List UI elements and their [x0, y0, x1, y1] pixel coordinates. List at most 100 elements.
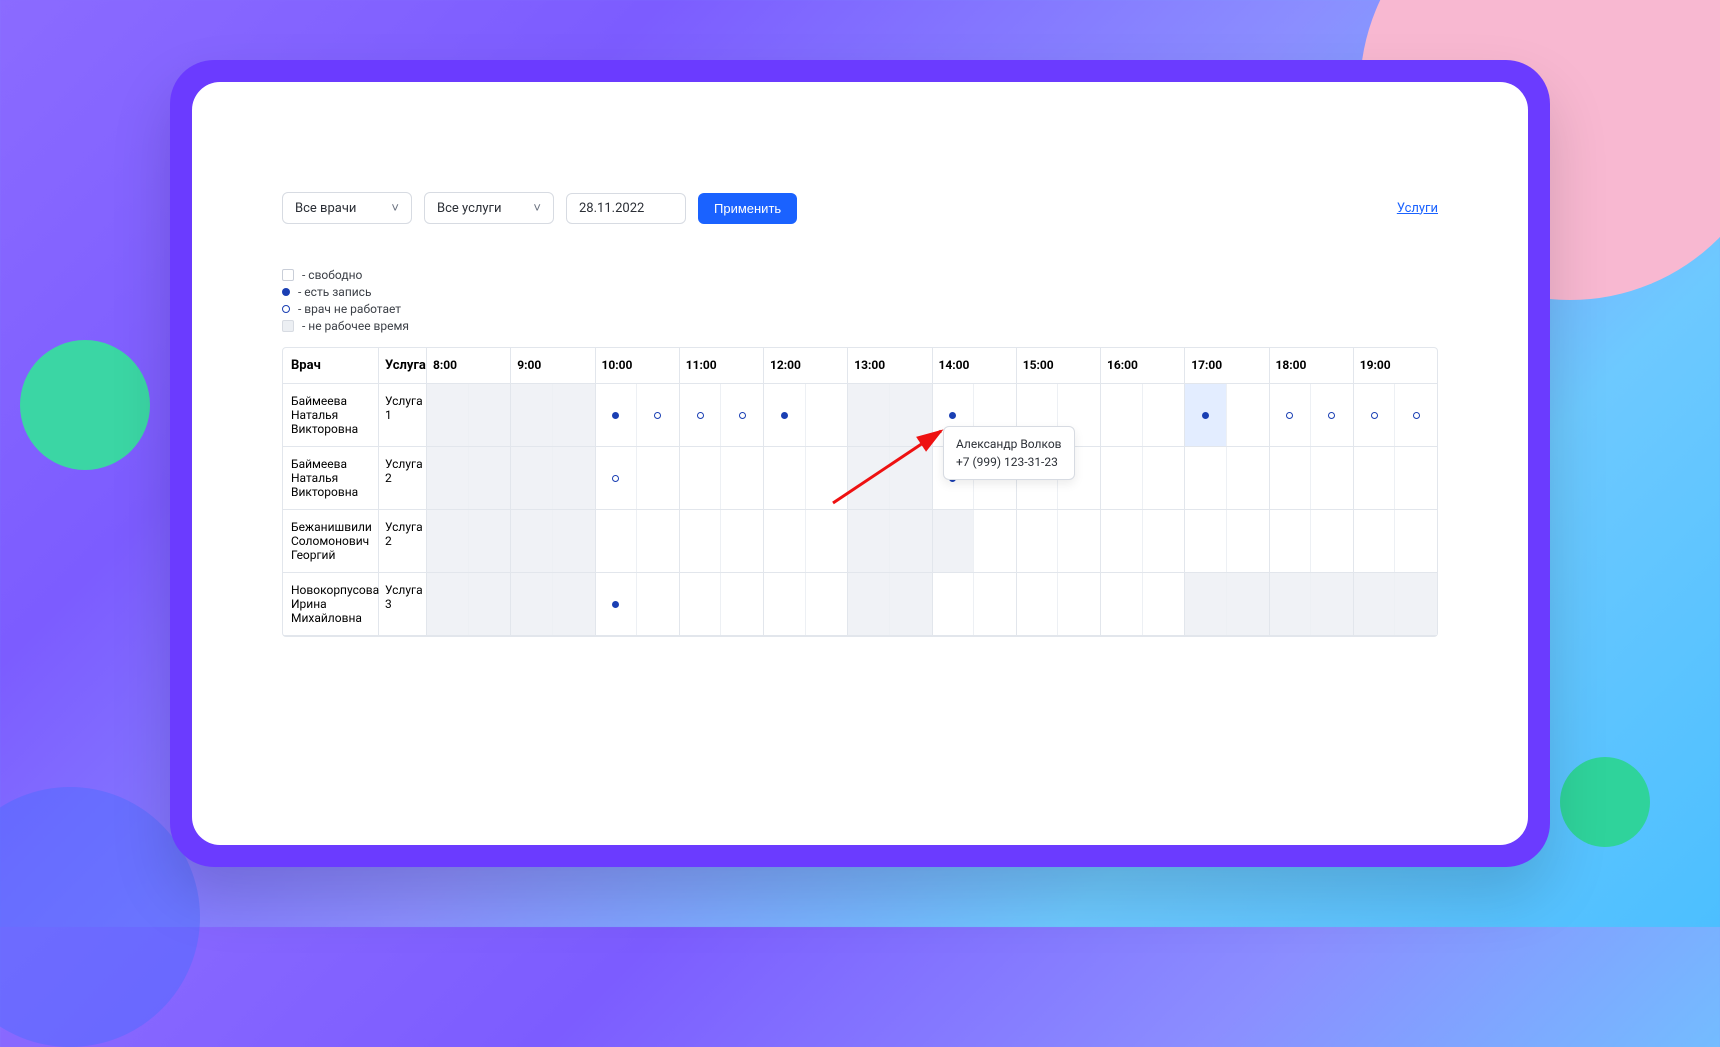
time-slot [511, 510, 553, 572]
hour-header: 19:00 [1354, 348, 1437, 383]
legend-swatch-free [282, 269, 294, 281]
time-slot[interactable] [806, 447, 848, 509]
time-slot[interactable] [806, 384, 848, 446]
time-slot[interactable] [1227, 447, 1269, 509]
time-slot[interactable] [1143, 384, 1185, 446]
time-slot[interactable] [680, 510, 722, 572]
service-select[interactable]: Все услуги ˅ [424, 192, 554, 224]
not-working-dot-icon [1328, 412, 1335, 419]
time-slot[interactable] [1017, 573, 1059, 635]
time-slot[interactable] [1270, 447, 1312, 509]
time-slot[interactable] [1185, 384, 1227, 446]
time-slot[interactable] [1227, 510, 1269, 572]
time-slot[interactable] [1143, 573, 1185, 635]
time-slot [469, 384, 511, 446]
time-slot [1227, 573, 1269, 635]
time-slot [427, 384, 469, 446]
time-slot[interactable] [764, 447, 806, 509]
legend-dot-hollow [282, 305, 290, 313]
time-slot[interactable] [1270, 384, 1312, 446]
booked-dot-icon [949, 412, 956, 419]
time-slot[interactable] [596, 573, 638, 635]
time-slot[interactable] [1058, 573, 1100, 635]
time-slot[interactable] [1354, 447, 1396, 509]
chevron-down-icon: ˅ [533, 200, 541, 216]
time-slot [848, 447, 890, 509]
time-slot [427, 447, 469, 509]
legend-dot-filled [282, 288, 290, 296]
time-slot[interactable] [1354, 510, 1396, 572]
time-slot[interactable] [1101, 510, 1143, 572]
time-slot [848, 384, 890, 446]
time-slot[interactable] [1101, 384, 1143, 446]
schedule-row: Бежанишвили Соломонович ГеоргийУслуга 2 [283, 510, 1437, 573]
time-slot[interactable] [764, 573, 806, 635]
hour-header: 9:00 [511, 348, 594, 383]
time-slot[interactable] [974, 510, 1016, 572]
service-header: Услуга [379, 348, 427, 383]
time-slot[interactable] [637, 510, 679, 572]
time-slot[interactable] [1395, 384, 1437, 446]
time-slot[interactable] [680, 447, 722, 509]
services-link[interactable]: Услуги [1397, 201, 1438, 216]
time-slot[interactable] [680, 573, 722, 635]
time-slot[interactable] [806, 573, 848, 635]
service-cell: Услуга 1 [379, 384, 427, 446]
apply-button[interactable]: Применить [698, 193, 797, 224]
time-slot[interactable] [806, 510, 848, 572]
time-slot [511, 447, 553, 509]
time-slot[interactable] [637, 447, 679, 509]
time-slot[interactable] [680, 384, 722, 446]
time-slot[interactable] [1270, 510, 1312, 572]
time-slot[interactable] [596, 447, 638, 509]
time-slot[interactable] [933, 573, 975, 635]
legend: - свободно - есть запись - врач не работ… [282, 268, 1438, 333]
time-slot[interactable] [1395, 510, 1437, 572]
time-slot[interactable] [1185, 510, 1227, 572]
date-input[interactable]: 28.11.2022 [566, 193, 686, 224]
time-slot[interactable] [974, 573, 1016, 635]
time-slot[interactable] [721, 384, 763, 446]
schedule-row: Баймеева Наталья ВикторовнаУслуга 2 [283, 447, 1437, 510]
time-slot[interactable] [1311, 510, 1353, 572]
time-slot[interactable] [1058, 510, 1100, 572]
time-slot[interactable] [1311, 384, 1353, 446]
time-slot[interactable] [1395, 447, 1437, 509]
time-slot[interactable] [596, 384, 638, 446]
time-slot [469, 510, 511, 572]
time-slot [1354, 573, 1396, 635]
time-slot [553, 447, 595, 509]
time-slot[interactable] [637, 384, 679, 446]
device-frame: Все врачи ˅ Все услуги ˅ 28.11.2022 Прим… [170, 60, 1550, 867]
legend-booked: - есть запись [282, 285, 1438, 299]
time-slot[interactable] [721, 510, 763, 572]
schedule-row: Новокорпусова Ирина МихайловнаУслуга 3 [283, 573, 1437, 636]
doctor-select-value: Все врачи [295, 201, 356, 216]
time-slot[interactable] [1101, 447, 1143, 509]
time-slot[interactable] [1017, 510, 1059, 572]
doctor-select[interactable]: Все врачи ˅ [282, 192, 412, 224]
hour-header: 8:00 [427, 348, 510, 383]
time-slot[interactable] [764, 384, 806, 446]
time-slot[interactable] [1143, 447, 1185, 509]
time-slot [1185, 573, 1227, 635]
time-slot[interactable] [637, 573, 679, 635]
time-slot [848, 573, 890, 635]
booked-dot-icon [781, 412, 788, 419]
app-screen: Все врачи ˅ Все услуги ˅ 28.11.2022 Прим… [192, 82, 1528, 845]
time-slot[interactable] [1101, 573, 1143, 635]
service-cell: Услуга 2 [379, 447, 427, 509]
time-slot[interactable] [1311, 447, 1353, 509]
time-slot[interactable] [721, 573, 763, 635]
time-slot [427, 573, 469, 635]
doctor-name-cell: Баймеева Наталья Викторовна [283, 447, 379, 509]
time-slot[interactable] [721, 447, 763, 509]
time-slot[interactable] [1227, 384, 1269, 446]
time-slot[interactable] [764, 510, 806, 572]
time-slot[interactable] [1143, 510, 1185, 572]
time-slot[interactable] [596, 510, 638, 572]
not-working-dot-icon [1413, 412, 1420, 419]
time-slot[interactable] [1354, 384, 1396, 446]
time-slot[interactable] [1185, 447, 1227, 509]
doctor-name-cell: Бежанишвили Соломонович Георгий [283, 510, 379, 572]
